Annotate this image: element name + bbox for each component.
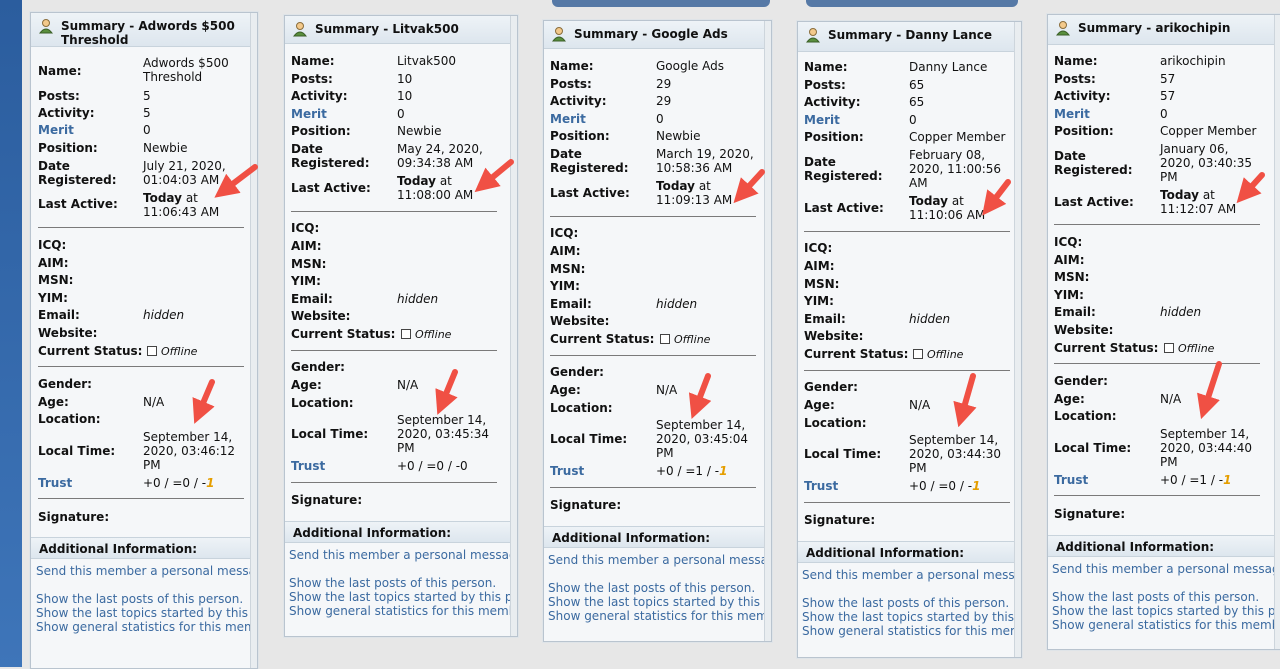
red-arrow-icon [214, 164, 258, 198]
red-arrow-icon [982, 179, 1011, 216]
red-arrow-icon [474, 159, 514, 193]
red-arrow-icon [688, 373, 712, 419]
red-arrow-icon [192, 379, 215, 424]
red-arrow-icon [733, 169, 765, 204]
red-arrow-icon [435, 369, 458, 415]
annotation-arrows [192, 159, 1265, 428]
red-arrow-icon [1197, 361, 1222, 420]
red-arrow-icon [953, 373, 977, 428]
red-arrow-icon [1236, 172, 1265, 204]
